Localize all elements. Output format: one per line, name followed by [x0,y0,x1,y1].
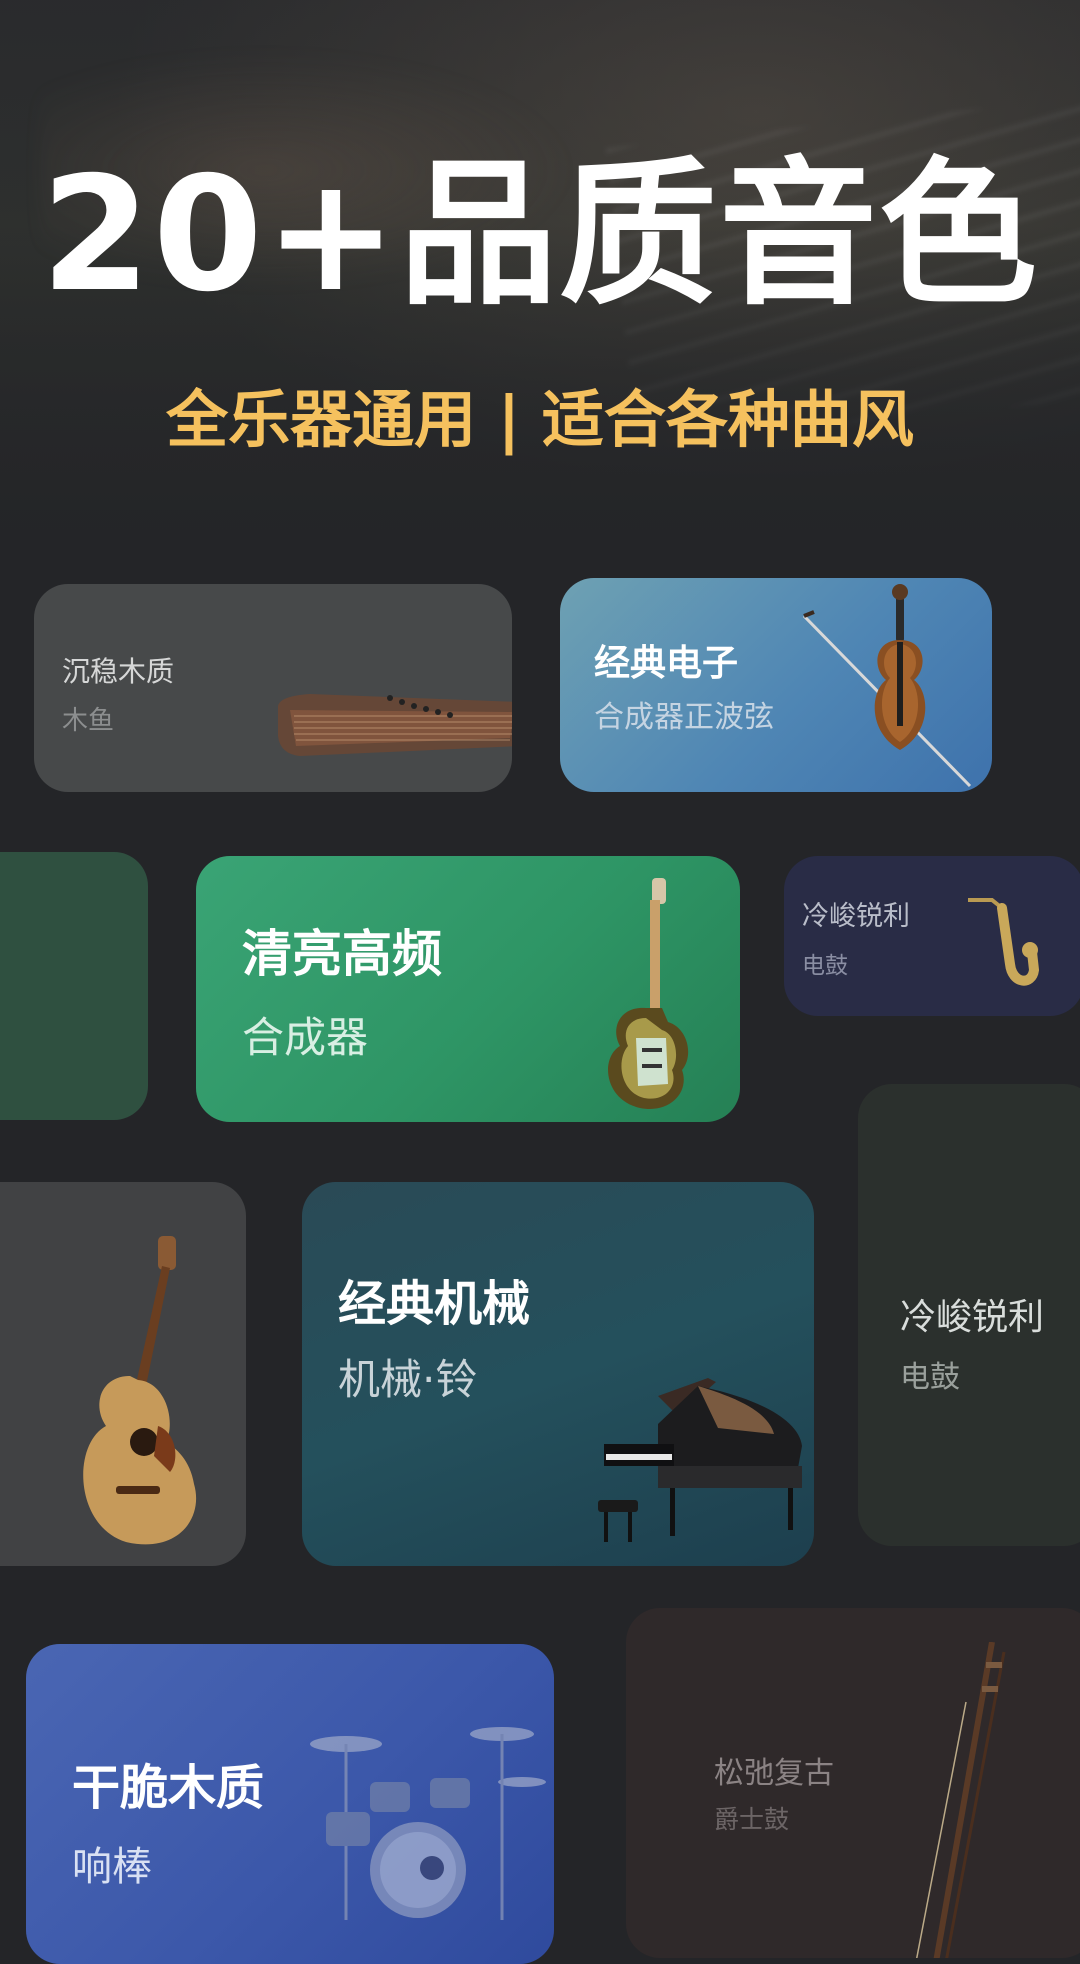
tone-card-title: 沉稳木质 [62,655,175,688]
violin-icon [802,584,972,788]
tone-card-relaxed-retro[interactable]: 松弛复古 爵士鼓 [626,1608,1080,1958]
tone-card-cold-sharp-small[interactable]: 冷峻锐利 电鼓 [784,856,1080,1016]
tone-card-cold-sharp-large[interactable]: 冷峻锐利 电鼓 [858,1084,1080,1546]
tone-card-bright-high[interactable]: 清亮高频 合成器 [196,856,740,1122]
tone-card-title: 冷峻锐利 [802,901,910,932]
tone-card-subtitle: 爵士鼓 [714,1805,790,1834]
electric-guitar-icon [608,878,689,1110]
tone-card-title: 清亮高频 [242,925,442,983]
tone-card-subtitle: 机械·铃 [338,1355,478,1404]
grand-piano-icon [598,1378,802,1542]
tone-card-subtitle: 电鼓 [802,953,848,979]
tone-card-classic-electronic[interactable]: 经典电子 合成器正波弦 [560,578,992,792]
tone-card-title: 经典机械 [338,1276,531,1332]
page-title: 20+品质音色 [40,143,1040,327]
drum-kit-icon [310,1727,546,1920]
tone-card-partial[interactable] [0,852,148,1120]
tone-card-title: 冷峻锐利 [900,1297,1045,1338]
tone-card-crisp-wood[interactable]: 干脆木质 响棒 [26,1644,554,1964]
tone-card-title: 松弛复古 [714,1756,834,1791]
tone-card-wood-block[interactable]: 沉稳木质 木鱼 [34,584,512,792]
tone-card-classic-mechanical[interactable]: 经典机械 机械·铃 [302,1182,814,1566]
tone-card-title: 经典电子 [594,643,739,684]
tone-card-subtitle: 响棒 [72,1844,152,1890]
tone-card-title: 干脆木质 [72,1760,265,1816]
tone-card-subtitle: 合成器 [242,1013,369,1062]
acoustic-guitar-icon [83,1236,197,1545]
tone-card-subtitle: 电鼓 [900,1360,960,1395]
saxophone-icon [968,898,1040,986]
tone-card-subtitle: 木鱼 [62,706,115,736]
tone-card-subtitle: 合成器正波弦 [594,700,774,735]
guzheng-icon [278,694,512,756]
page-subtitle: 全乐器通用 | 适合各种曲风 [166,383,914,456]
erhu-icon [916,1642,1006,1958]
tone-card-acoustic[interactable] [0,1182,246,1566]
